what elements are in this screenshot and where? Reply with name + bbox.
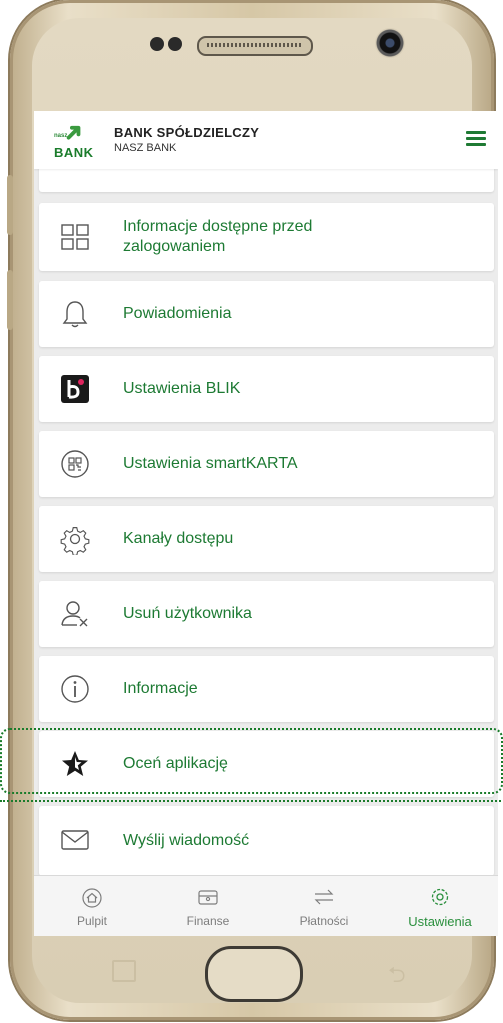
gear-icon (431, 888, 449, 906)
nav-label: Ustawienia (408, 914, 472, 929)
proximity-sensor (150, 37, 164, 51)
list-item-label: Wyślij wiadomość (123, 832, 250, 849)
blik-icon (61, 375, 89, 403)
back-button[interactable]: ⮌ (388, 958, 406, 996)
bank-name: BANK SPÓŁDZIELCZY (114, 125, 260, 140)
volume-button (7, 175, 13, 235)
grid-icon (61, 224, 89, 250)
bank-subtitle: NASZ BANK (114, 142, 177, 154)
wallet-icon (198, 890, 218, 905)
logo-arrow-icon: ➜ (57, 115, 91, 150)
home-button[interactable] (205, 946, 303, 1002)
nav-label: Finanse (186, 914, 230, 928)
transfer-arrows-icon (314, 889, 334, 905)
logo-word: BANK (54, 145, 94, 160)
volume-button-lower (7, 270, 13, 330)
earpiece-speaker (197, 36, 313, 56)
front-camera (375, 28, 405, 58)
list-item-label: Ustawienia smartKARTA (123, 455, 298, 472)
list-item-label: Usuń użytkownika (123, 605, 252, 622)
list-item-information[interactable]: Informacje (39, 656, 494, 722)
bottom-navigation: Pulpit Finanse Płatności Ustawienia (34, 875, 498, 936)
home-icon (82, 888, 102, 908)
hamburger-menu-icon[interactable] (466, 131, 488, 147)
list-item-remove-user[interactable]: Usuń użytkownika (39, 581, 494, 647)
envelope-icon (61, 830, 89, 850)
list-item-info-before-login[interactable]: Informacje dostępne przed zalogowaniem (39, 203, 494, 271)
app-header: nasz ➜ BANK BANK SPÓŁDZIELCZY NASZ BANK (34, 111, 498, 169)
app-screen: nasz ➜ BANK BANK SPÓŁDZIELCZY NASZ BANK … (34, 111, 498, 936)
remove-user-icon (61, 601, 88, 627)
list-item-label: Informacje dostępne przed zalogowaniem (123, 218, 313, 255)
list-item-label: Ustawienia BLIK (123, 380, 241, 397)
list-item-send-message[interactable]: Wyślij wiadomość (39, 806, 494, 876)
bank-logo: nasz ➜ BANK (54, 116, 98, 161)
nav-item-pulpit[interactable]: Pulpit (34, 876, 150, 936)
info-icon (61, 675, 89, 703)
list-item-blik[interactable]: Ustawienia BLIK (39, 356, 494, 422)
list-item-notifications[interactable]: Powiadomienia (39, 281, 494, 347)
recent-apps-button[interactable] (112, 960, 136, 982)
nav-item-finanse[interactable]: Finanse (150, 876, 266, 936)
gear-icon (60, 527, 90, 555)
list-item-access-channels[interactable]: Kanały dostępu (39, 506, 494, 572)
nav-item-ustawienia[interactable]: Ustawienia (382, 876, 498, 936)
smartkarta-icon (61, 450, 89, 478)
star-icon (62, 751, 88, 776)
nav-label: Płatności (299, 914, 349, 928)
bell-icon (62, 301, 88, 328)
list-item-smartkarta[interactable]: Ustawienia smartKARTA (39, 431, 494, 497)
list-item-rate-app[interactable]: Oceń aplikację (39, 731, 494, 797)
nav-label: Pulpit (76, 914, 108, 928)
light-sensor (168, 37, 182, 51)
list-item-label: Kanały dostępu (123, 530, 234, 547)
list-item-label: Oceń aplikację (123, 755, 228, 772)
list-item-label: Informacje (123, 680, 198, 697)
nav-item-platnosci[interactable]: Płatności (266, 876, 382, 936)
list-item-label: Powiadomienia (123, 305, 232, 322)
